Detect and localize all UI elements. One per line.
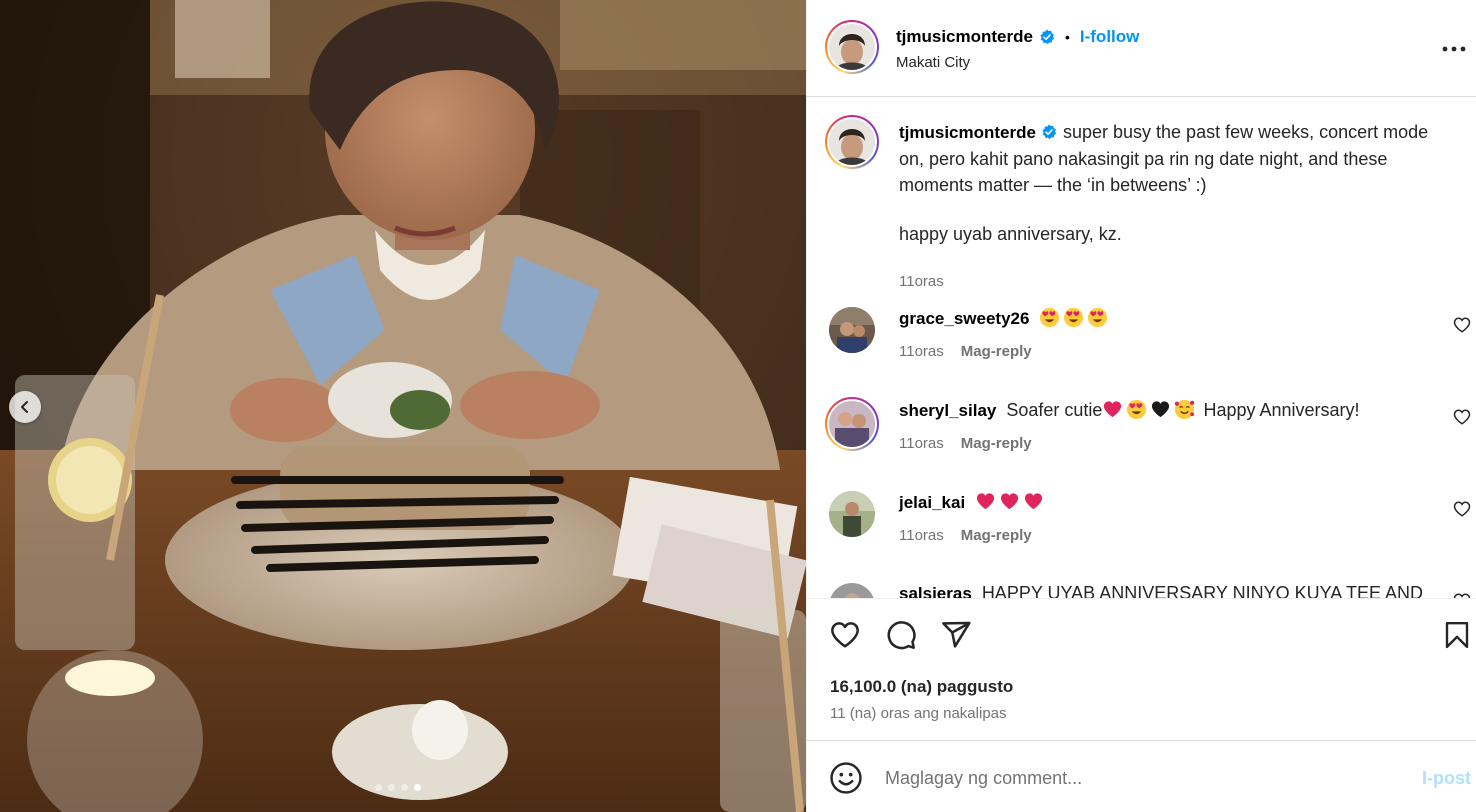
bookmark-icon (1445, 621, 1469, 649)
caption-text-2: happy uyab anniversary, kz. (899, 224, 1122, 244)
comment-button[interactable] (883, 617, 919, 653)
commenter-username[interactable]: jelai_kai (899, 493, 965, 512)
previous-slide-button[interactable] (9, 391, 41, 423)
emoji-red-heart-icon (975, 492, 999, 512)
verified-badge-icon (1042, 124, 1057, 140)
reply-button[interactable]: Mag-reply (961, 527, 1032, 544)
posted-time[interactable]: 11 (na) oras ang nakalipas (830, 705, 1007, 722)
caption-timestamp[interactable]: 11oras (899, 273, 944, 290)
comment-icon (887, 621, 916, 650)
reply-button[interactable]: Mag-reply (961, 343, 1032, 360)
comment-timestamp[interactable]: 11oras (899, 343, 944, 360)
author-username[interactable]: tjmusicmonterde (896, 27, 1033, 47)
likes-count[interactable]: 16,100.0 (na) paggusto (830, 677, 1013, 697)
comment-composer: I-post (807, 741, 1476, 812)
post-media[interactable] (0, 0, 806, 812)
commenter-username[interactable]: sheryl_silay (899, 401, 996, 420)
emoji-heart-eyes-icon (1039, 307, 1063, 328)
slide-dot (375, 784, 382, 791)
comment-like-heart-icon[interactable] (1453, 316, 1471, 334)
comment-input[interactable] (885, 763, 1385, 793)
verified-badge-icon (1040, 29, 1055, 45)
commenter-avatar[interactable] (825, 397, 879, 451)
emoji-heart-eyes-icon (1063, 307, 1087, 328)
comment-item: sheryl_silay Soafer cutie Happy Annivers… (825, 397, 1476, 469)
comment-item: grace_sweety26 11oras Mag-reply (825, 307, 1476, 377)
chevron-left-icon (21, 401, 28, 413)
comment-like-heart-icon[interactable] (1453, 408, 1471, 426)
caption-username[interactable]: tjmusicmonterde (899, 123, 1036, 142)
commenter-avatar[interactable] (829, 307, 875, 353)
commenter-avatar[interactable] (829, 583, 875, 598)
like-button[interactable] (827, 617, 863, 653)
share-button[interactable] (938, 617, 974, 653)
share-icon (942, 621, 971, 648)
separator-dot: • (1064, 29, 1070, 45)
comment-like-heart-icon[interactable] (1453, 500, 1471, 518)
post-location[interactable]: Makati City (896, 54, 970, 71)
emoji-heart-eyes-icon (1087, 307, 1111, 328)
emoji-smile-icon[interactable] (829, 761, 863, 795)
commenter-avatar[interactable] (829, 491, 875, 537)
post-photo (0, 0, 806, 812)
comments-list[interactable]: tjmusicmonterde super busy the past few … (807, 97, 1476, 598)
more-options-button[interactable] (1441, 36, 1467, 62)
post-comment-button[interactable]: I-post (1422, 768, 1471, 789)
comment-item: jelai_kai 11oras Mag-reply (825, 491, 1476, 561)
post-actions: 16,100.0 (na) paggusto 11 (na) oras ang … (807, 598, 1476, 741)
slide-dot (401, 784, 408, 791)
comment-text-after: Happy Anniversary! (1203, 400, 1360, 420)
author-avatar[interactable] (825, 20, 879, 74)
caption-author-avatar[interactable] (825, 115, 879, 169)
emoji-black-heart-icon (1150, 400, 1174, 420)
comment-text: HAPPY UYAB ANNIVERSARY NINYO KUYA TEE AN… (981, 583, 1423, 598)
emoji-red-heart-icon (1023, 492, 1047, 512)
heart-icon (831, 622, 859, 648)
emoji-red-heart-icon (999, 492, 1023, 512)
commenter-username[interactable]: salsieras (899, 584, 972, 598)
commenter-username[interactable]: grace_sweety26 (899, 309, 1029, 328)
slide-dot-active (414, 784, 421, 791)
post-details-panel: tjmusicmonterde • I-follow Makati City t… (806, 0, 1476, 812)
follow-button[interactable]: I-follow (1080, 27, 1139, 47)
comment-item: salsieras HAPPY UYAB ANNIVERSARY NINYO K… (825, 583, 1476, 598)
comment-timestamp[interactable]: 11oras (899, 435, 944, 452)
slide-indicator (375, 784, 421, 791)
emoji-red-heart-icon (1102, 400, 1126, 420)
post-header: tjmusicmonterde • I-follow Makati City (807, 0, 1476, 97)
more-horizontal-icon (1442, 46, 1466, 52)
emoji-heart-eyes-icon (1126, 399, 1150, 420)
emoji-smiling-hearts-icon (1174, 399, 1198, 420)
comment-text: Soafer cutie (1006, 400, 1103, 420)
save-button[interactable] (1439, 617, 1475, 653)
slide-dot (388, 784, 395, 791)
reply-button[interactable]: Mag-reply (961, 435, 1032, 452)
comment-timestamp[interactable]: 11oras (899, 527, 944, 544)
